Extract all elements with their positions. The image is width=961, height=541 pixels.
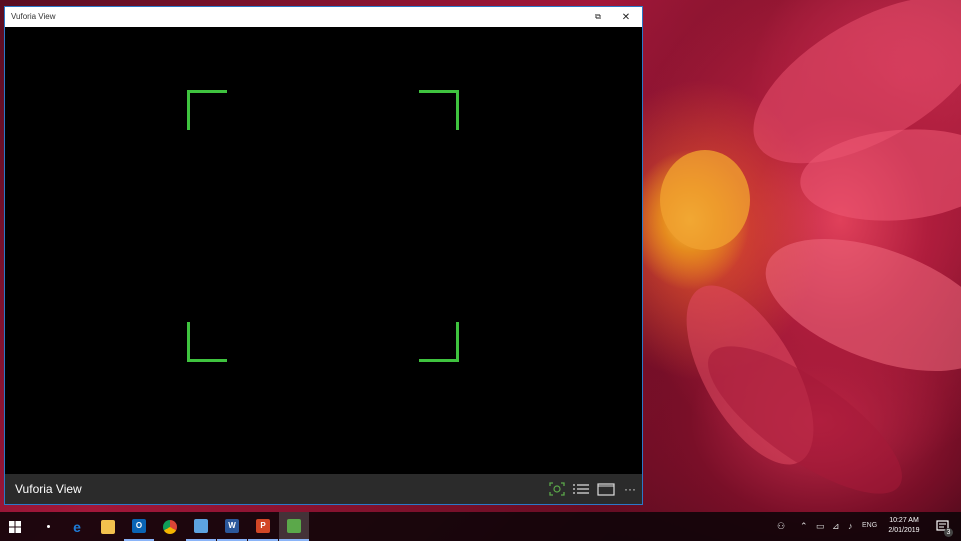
taskbar-app-chrome[interactable] — [155, 512, 185, 541]
scan-button[interactable] — [546, 480, 568, 498]
taskbar-app-file-explorer[interactable] — [93, 512, 123, 541]
clock-time: 10:27 AM — [889, 517, 919, 524]
vuforia-view-icon — [287, 518, 301, 533]
window-titlebar[interactable]: Vuforia View ⧉ ✕ — [5, 7, 642, 27]
edge-icon: e — [73, 518, 81, 535]
app-bar: Vuforia View ··· — [5, 474, 642, 504]
battery-icon[interactable]: ▭ — [816, 521, 825, 532]
list-icon — [573, 484, 589, 494]
view-button[interactable] — [595, 480, 617, 498]
taskbar-app-powerpoint[interactable]: P — [248, 512, 278, 541]
target-corner-bottom-right — [419, 322, 459, 362]
close-icon: ✕ — [621, 11, 631, 23]
notification-count-badge: 3 — [944, 528, 953, 537]
target-corner-bottom-left — [187, 322, 227, 362]
clock-date: 2/01/2019 — [888, 527, 920, 534]
chevron-up-icon[interactable]: ⌃ — [800, 521, 808, 532]
maximize-icon: ⧉ — [595, 12, 601, 21]
start-button[interactable] — [0, 512, 30, 541]
flower-center — [660, 150, 750, 250]
taskbar: e O W P ⚇ ⌃ ▭ ⊿ ♪ ENG 10:27 AM 2/01/2019 3 — [0, 512, 961, 541]
action-center-button[interactable]: 3 — [928, 512, 958, 541]
window-title: Vuforia View — [11, 12, 56, 21]
clock[interactable]: 10:27 AM 2/01/2019 — [880, 516, 928, 536]
powerpoint-icon: P — [256, 518, 270, 533]
close-button[interactable]: ✕ — [612, 7, 640, 27]
taskbar-app-remote[interactable] — [186, 512, 216, 541]
windows-logo-icon — [9, 520, 21, 533]
remote-icon — [194, 518, 208, 533]
target-corner-top-left — [187, 90, 227, 130]
target-corner-top-right — [419, 90, 459, 130]
word-icon: W — [225, 518, 239, 533]
volume-icon[interactable]: ♪ — [848, 521, 853, 531]
taskbar-app-word[interactable]: W — [217, 512, 247, 541]
taskbar-app-vuforia-view[interactable] — [279, 512, 309, 541]
view-icon — [597, 483, 615, 496]
scan-icon — [549, 482, 565, 496]
more-button[interactable]: ··· — [619, 480, 641, 498]
file-explorer-icon — [101, 519, 115, 534]
camera-viewport[interactable] — [5, 27, 642, 476]
search-button[interactable] — [33, 512, 63, 541]
network-icon[interactable]: ⊿ — [832, 521, 840, 532]
more-icon: ··· — [624, 482, 636, 496]
people-icon[interactable]: ⚇ — [777, 521, 785, 532]
taskbar-app-edge[interactable]: e — [62, 512, 92, 541]
app-window[interactable]: Vuforia View ⧉ ✕ Vuforia View ··· — [4, 6, 643, 505]
app-name-label: Vuforia View — [15, 482, 82, 496]
language-indicator[interactable]: ENG — [862, 522, 877, 529]
search-dot-icon — [46, 525, 50, 528]
list-button[interactable] — [570, 480, 592, 498]
chrome-icon — [163, 519, 177, 534]
taskbar-app-outlook[interactable]: O — [124, 512, 154, 541]
outlook-icon: O — [132, 518, 146, 533]
maximize-button[interactable]: ⧉ — [584, 7, 612, 27]
